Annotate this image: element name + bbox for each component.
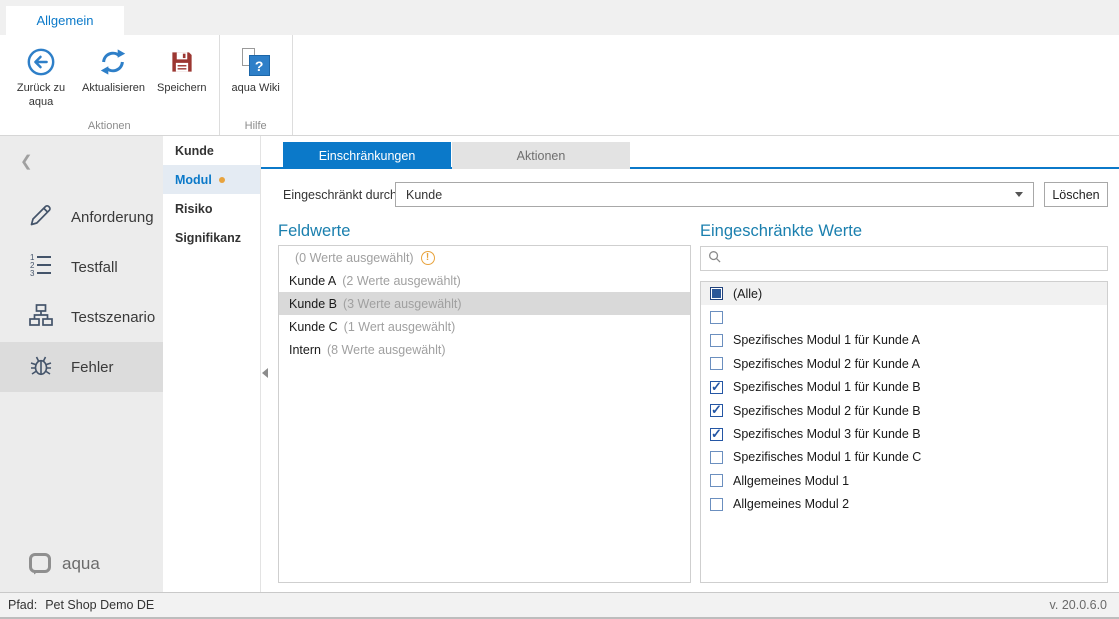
field-value-row[interactable]: Kunde A (2 Werte ausgewählt) [279,269,690,292]
search-icon [708,250,721,268]
bug-icon [28,352,54,382]
ribbon-group-label: Aktionen [0,120,219,132]
save-button[interactable]: Speichern [151,41,213,98]
field-values-title: Feldwerte [278,222,350,241]
field-value-row[interactable]: (0 Werte ausgewählt) [279,246,690,269]
aqua-logo: aqua [28,552,100,576]
field-values-list: (0 Werte ausgewählt) Kunde A (2 Werte au… [278,245,691,583]
version-label: v. 20.0.6.0 [1050,598,1107,612]
path-value: Pet Shop Demo DE [45,598,154,612]
pencil-icon [28,202,54,232]
splitter-collapse-icon[interactable] [262,368,268,378]
checkbox[interactable] [710,311,723,324]
restricted-value-row[interactable]: Spezifisches Modul 1 für Kunde B [701,376,1107,399]
sidebar-item-testszenario[interactable]: Testszenario [0,292,163,342]
sidebar: ❮ Anforderung 1 2 3 Testfall [0,136,163,592]
checkbox[interactable] [710,287,723,300]
restricted-value-row[interactable]: Spezifisches Modul 1 für Kunde A [701,329,1107,352]
restricted-value-row[interactable]: (Alle) [701,282,1107,305]
checkbox[interactable] [710,451,723,464]
warning-icon [421,251,435,265]
svg-text:3: 3 [30,269,35,278]
collapse-chevron-icon[interactable]: ❮ [20,152,33,170]
refresh-button[interactable]: Aktualisieren [76,41,151,98]
chevron-down-icon [1015,192,1023,197]
checkbox[interactable] [710,474,723,487]
main-content: Einschränkungen Aktionen Eingeschränkt d… [261,136,1119,592]
checkbox[interactable] [710,357,723,370]
back-arrow-icon [26,45,56,79]
tab-einschraenkungen[interactable]: Einschränkungen [283,142,451,169]
tab-aktionen[interactable]: Aktionen [452,142,630,169]
sidebar-item-testfall[interactable]: 1 2 3 Testfall [0,242,163,292]
ribbon-group-label: Hilfe [220,120,292,132]
delete-button[interactable]: Löschen [1044,182,1108,207]
checkbox[interactable] [710,404,723,417]
sidebar-item-fehler[interactable]: Fehler [0,342,163,392]
field-tab-risiko[interactable]: Risiko [163,194,260,223]
checkbox[interactable] [710,498,723,511]
ribbon-tab-allgemein[interactable]: Allgemein [6,6,124,35]
restricted-value-row[interactable]: Spezifisches Modul 2 für Kunde A [701,352,1107,375]
filter-row: Eingeschränkt durch: Kunde Löschen [283,182,1108,207]
back-to-aqua-button[interactable]: Zurück zu aqua [6,41,76,112]
path-label: Pfad: [8,598,37,612]
restricted-values-list: (Alle) Spezifisches Modul 1 für Kunde A … [700,281,1108,583]
field-tab-signifikanz[interactable]: Signifikanz [163,223,260,252]
restricted-value-row[interactable]: Spezifisches Modul 1 für Kunde C [701,446,1107,469]
restricted-by-label: Eingeschränkt durch: [283,188,400,202]
refresh-icon [98,45,128,79]
aqua-wiki-button[interactable]: ? aqua Wiki [226,41,286,98]
field-value-row[interactable]: Kunde C (1 Wert ausgewählt) [279,315,690,338]
field-tab-kunde[interactable]: Kunde [163,136,260,165]
field-tabs: Kunde Modul Risiko Signifikanz [163,136,261,592]
hierarchy-icon [28,302,54,332]
restricted-value-row[interactable]: Spezifisches Modul 3 für Kunde B [701,422,1107,445]
ribbon: Zurück zu aqua Aktualisieren [0,35,1119,136]
sidebar-item-anforderung[interactable]: Anforderung [0,192,163,242]
checkbox[interactable] [710,334,723,347]
restricted-value-row[interactable]: Spezifisches Modul 2 für Kunde B [701,399,1107,422]
search-input[interactable] [727,247,1107,270]
restricted-value-row[interactable]: Allgemeines Modul 2 [701,493,1107,516]
field-tab-modul[interactable]: Modul [163,165,260,194]
ribbon-group-aktionen: Zurück zu aqua Aktualisieren [0,35,220,135]
help-icon: ? [242,45,270,79]
status-bar: Pfad: Pet Shop Demo DE v. 20.0.6.0 [0,592,1119,619]
field-value-row[interactable]: Intern (8 Werte ausgewählt) [279,338,690,361]
checkbox[interactable] [710,428,723,441]
restricted-values-title: Eingeschränkte Werte [700,222,862,241]
tab-strip: Einschränkungen Aktionen [261,142,1119,169]
save-floppy-icon [168,45,196,79]
modified-dot-icon [219,177,225,183]
restricted-value-row[interactable] [701,305,1107,328]
ribbon-tab-strip: Allgemein [0,0,1119,35]
field-value-row[interactable]: Kunde B (3 Werte ausgewählt) [279,292,690,315]
restricted-by-dropdown[interactable]: Kunde [395,182,1034,207]
checkbox[interactable] [710,381,723,394]
ribbon-group-hilfe: ? aqua Wiki Hilfe [220,35,293,135]
numbered-list-icon: 1 2 3 [28,252,54,282]
search-box [700,246,1108,271]
restricted-value-row[interactable]: Allgemeines Modul 1 [701,469,1107,492]
